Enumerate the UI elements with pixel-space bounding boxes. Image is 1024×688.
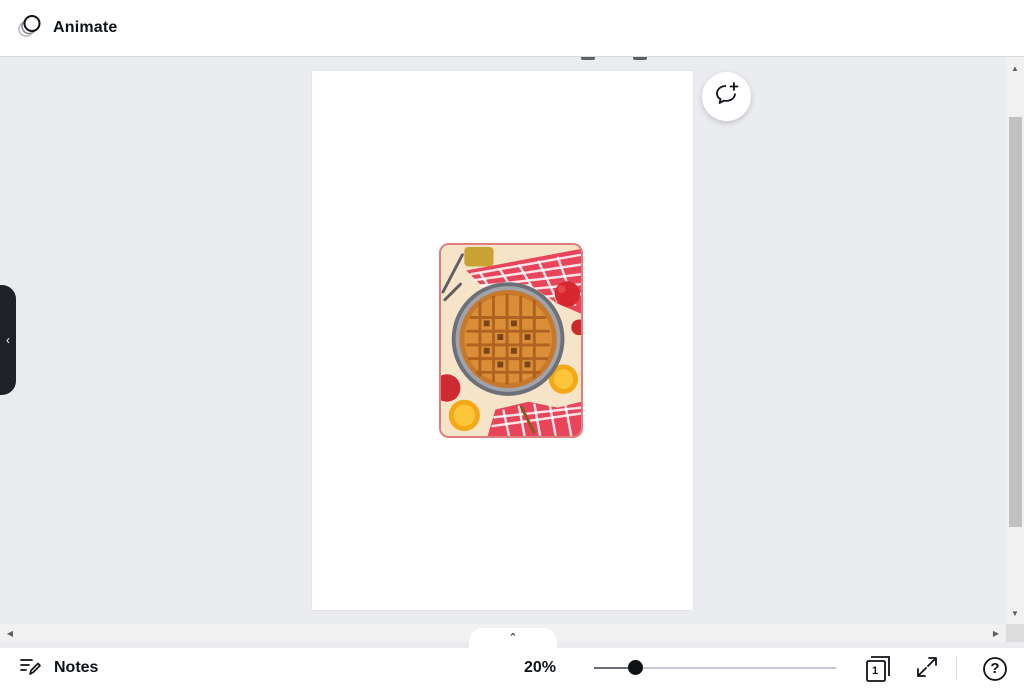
zoom-slider[interactable] <box>594 660 836 675</box>
apple-pie-photo[interactable] <box>439 243 583 438</box>
scroll-right-arrow[interactable]: ▶ <box>988 624 1004 642</box>
chevron-left-icon: ‹ <box>6 333 10 347</box>
page-mark <box>581 57 595 60</box>
scrollbar-corner <box>1006 624 1024 642</box>
page-count-button[interactable]: 1 <box>862 654 892 684</box>
add-comment-button[interactable] <box>702 72 751 121</box>
page-mark <box>633 57 647 60</box>
animate-label: Animate <box>53 19 118 36</box>
notes-label: Notes <box>54 659 99 676</box>
help-circle-icon: ? <box>982 656 1008 682</box>
pages-panel-toggle[interactable]: ⌃ <box>469 628 557 648</box>
notes-button[interactable]: Notes <box>19 655 98 682</box>
zoom-percentage[interactable]: 20% <box>510 648 570 688</box>
chevron-up-icon: ⌃ <box>508 632 518 644</box>
page-top-marks <box>581 57 647 60</box>
design-page[interactable] <box>312 71 693 610</box>
toolbar-divider <box>956 656 957 680</box>
pages-grid-icon: 1 <box>862 654 892 684</box>
editor-canvas-area <box>0 57 1006 624</box>
scroll-down-arrow[interactable]: ▼ <box>1006 605 1024 621</box>
scroll-left-arrow[interactable]: ◀ <box>2 624 18 642</box>
page-number: 1 <box>871 665 879 677</box>
notes-pencil-icon <box>19 655 41 682</box>
pie-illustration <box>441 245 581 436</box>
bottom-toolbar: Notes 20% 1 ? <box>0 648 1024 688</box>
help-label: ? <box>990 660 1000 677</box>
top-toolbar: Animate <box>0 0 1024 57</box>
animate-button[interactable]: Animate <box>16 10 126 46</box>
scroll-up-arrow[interactable]: ▲ <box>1006 60 1024 76</box>
help-button[interactable]: ? <box>980 654 1010 684</box>
animate-circles-icon <box>16 13 42 44</box>
add-comment-icon <box>714 81 740 112</box>
side-panel-toggle[interactable]: ‹ <box>0 285 16 395</box>
fullscreen-button[interactable] <box>912 654 942 684</box>
expand-icon <box>915 655 939 684</box>
zoom-slider-knob[interactable] <box>628 660 644 675</box>
vertical-scroll-thumb[interactable] <box>1009 117 1022 527</box>
vertical-scrollbar[interactable]: ▲ ▼ <box>1006 57 1024 624</box>
